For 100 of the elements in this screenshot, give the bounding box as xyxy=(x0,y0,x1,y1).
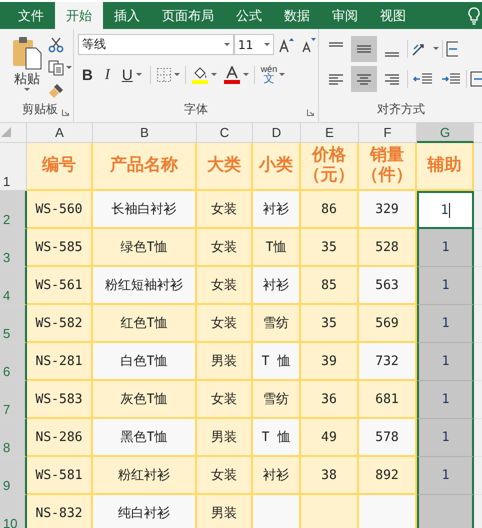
row-header[interactable]: 2 xyxy=(0,191,27,229)
table-cell: T 恤 xyxy=(253,419,301,457)
table-cell: 36 xyxy=(301,381,359,419)
row-header[interactable]: 1 xyxy=(0,143,27,191)
table-cell: WS-561 xyxy=(27,267,93,305)
table-cell: 39 xyxy=(301,343,359,381)
clipboard-icon xyxy=(12,36,42,70)
ribbon-tab[interactable]: 公式 xyxy=(225,2,273,29)
dialog-launcher-icon[interactable] xyxy=(62,109,69,116)
table-cell: 男装 xyxy=(197,419,253,457)
table-cell: 528 xyxy=(359,229,417,267)
table-cell: 长袖白衬衫 xyxy=(93,191,197,229)
table-cell: 35 xyxy=(301,229,359,267)
group-label: 字体 xyxy=(184,101,208,118)
table-cell: WS-582 xyxy=(27,305,93,343)
row-header[interactable]: 7 xyxy=(0,381,27,419)
group-label: 剪贴板 xyxy=(22,101,58,118)
lightbulb-icon[interactable] xyxy=(468,6,480,24)
table-cell: 雪纺 xyxy=(253,305,301,343)
table-cell: 纯白衬衫 xyxy=(93,495,197,528)
table-cell: 衬衫 xyxy=(253,267,301,305)
dropdown-arrow-icon xyxy=(136,73,142,77)
table-cell: 男装 xyxy=(197,343,253,381)
dropdown-arrow-icon xyxy=(242,73,249,77)
ribbon-tab[interactable]: 数据 xyxy=(273,2,321,29)
row-header[interactable]: 10 xyxy=(0,495,27,528)
vertical-align-button[interactable] xyxy=(351,36,377,62)
table-cell: NS-832 xyxy=(27,495,93,528)
dropdown-arrow-icon xyxy=(174,73,180,77)
border-grid-icon xyxy=(156,67,172,83)
dropdown-arrow-icon xyxy=(66,66,72,70)
table-cell: 1 xyxy=(417,419,474,457)
row-header[interactable]: 5 xyxy=(0,305,27,343)
italic-button[interactable]: I xyxy=(100,64,114,86)
shrink-font-icon xyxy=(301,36,317,52)
dropdown-arrow-icon xyxy=(224,42,230,46)
phonetic-guide-button[interactable]: wén 文 xyxy=(258,65,288,85)
table-cell: 雪纺 xyxy=(253,381,301,419)
dialog-launcher-icon[interactable] xyxy=(307,109,314,116)
row-header[interactable]: 6 xyxy=(0,343,27,381)
table-cell: 1 xyxy=(417,343,474,381)
font-name-field[interactable]: 等线 xyxy=(78,34,234,55)
row-header[interactable]: 8 xyxy=(0,419,27,457)
shrink-font-button[interactable] xyxy=(300,36,318,54)
align-bottom-icon xyxy=(385,52,399,57)
column-header[interactable]: C xyxy=(197,123,253,143)
row-header[interactable]: 4 xyxy=(0,267,27,305)
font-color-button[interactable] xyxy=(222,65,250,85)
ribbon-tab[interactable]: 视图 xyxy=(369,2,417,29)
borders-button[interactable] xyxy=(154,66,181,84)
bold-button[interactable]: B xyxy=(78,64,97,86)
table-cell: 衬衫 xyxy=(253,457,301,495)
row-header[interactable]: 3 xyxy=(0,229,27,267)
align-left-icon xyxy=(329,74,343,84)
ribbon-tab[interactable]: 页面布局 xyxy=(151,2,225,29)
column-header[interactable]: D xyxy=(253,123,301,143)
scissors-icon xyxy=(48,37,64,53)
active-cell: 1 xyxy=(417,191,474,229)
column-header[interactable]: A xyxy=(27,123,93,143)
table-cell: T 恤 xyxy=(253,343,301,381)
grow-font-button[interactable] xyxy=(278,36,296,54)
ribbon-tab[interactable]: 插入 xyxy=(103,2,151,29)
table-cell: 35 xyxy=(301,305,359,343)
column-heading: 辅助 xyxy=(417,143,474,191)
dropdown-arrow-icon xyxy=(264,42,270,46)
table-cell: 1 xyxy=(417,457,474,495)
brush-icon xyxy=(48,83,64,99)
ribbon-tab[interactable]: 审阅 xyxy=(321,2,369,29)
group-label: 对齐方式 xyxy=(377,101,425,118)
ribbon-tab[interactable]: 开始 xyxy=(55,2,103,29)
table-cell: NS-286 xyxy=(27,419,93,457)
column-header[interactable]: B xyxy=(93,123,197,143)
row-header[interactable]: 9 xyxy=(0,457,27,495)
text-cursor xyxy=(449,202,450,218)
underline-button[interactable]: U xyxy=(118,64,146,86)
column-header[interactable]: F xyxy=(359,123,417,143)
table-cell: 男装 xyxy=(197,495,253,528)
fill-color-button[interactable] xyxy=(190,65,218,85)
column-header[interactable]: G xyxy=(417,123,474,143)
table-cell: 681 xyxy=(359,381,417,419)
table-cell: 1 xyxy=(417,381,474,419)
column-heading: 产品名称 xyxy=(93,143,197,191)
table-cell: WS-581 xyxy=(27,457,93,495)
table-cell: 38 xyxy=(301,457,359,495)
ribbon-tab[interactable]: 文件 xyxy=(7,2,55,29)
table-cell: 女装 xyxy=(197,381,253,419)
table-cell: WS-585 xyxy=(27,229,93,267)
table-cell: 粉红衬衫 xyxy=(93,457,197,495)
table-cell: 578 xyxy=(359,419,417,457)
table-cell: 女装 xyxy=(197,229,253,267)
table-cell: 女装 xyxy=(197,305,253,343)
table-cell: 白色T恤 xyxy=(93,343,197,381)
horizontal-align-button[interactable] xyxy=(351,66,377,92)
font-size-field[interactable]: 11 xyxy=(234,34,274,55)
column-header[interactable]: E xyxy=(301,123,359,143)
table-cell: 86 xyxy=(301,191,359,229)
align-right-icon xyxy=(385,74,399,84)
copy-button[interactable] xyxy=(47,59,73,77)
paste-button[interactable]: 粘贴 xyxy=(7,34,47,101)
table-cell: 85 xyxy=(301,267,359,305)
